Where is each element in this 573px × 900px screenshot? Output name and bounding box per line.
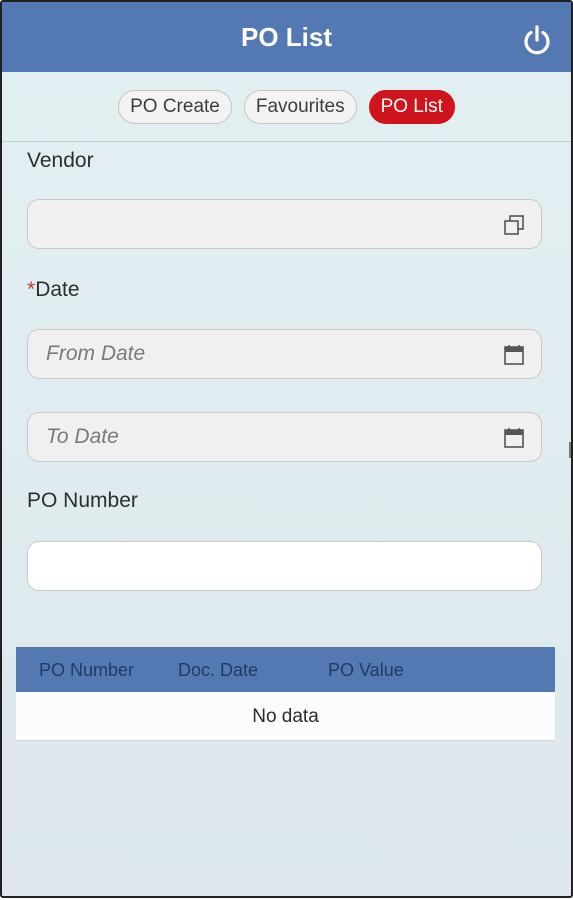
vendor-input[interactable] [28, 200, 541, 248]
po-table: PO Number Doc. Date PO Value No data [16, 647, 555, 741]
required-mark: * [27, 278, 36, 301]
calendar-icon[interactable] [503, 344, 525, 366]
from-date-field[interactable] [27, 329, 542, 379]
vendor-field[interactable] [27, 199, 542, 249]
column-header-doc-date[interactable]: Doc. Date [178, 660, 258, 681]
from-date-input[interactable] [28, 330, 541, 378]
tab-favourites[interactable]: Favourites [243, 90, 357, 124]
tab-po-create[interactable]: PO Create [118, 90, 232, 124]
page-title: PO List [240, 22, 332, 52]
resize-handle[interactable] [569, 442, 571, 458]
po-number-input[interactable] [28, 542, 541, 590]
tab-po-list[interactable]: PO List [368, 90, 455, 124]
to-date-field[interactable] [27, 412, 542, 462]
app-frame: PO List PO Create Favourites PO List Ven… [0, 0, 573, 898]
date-label-text: Date [35, 278, 80, 301]
calendar-icon[interactable] [503, 427, 525, 449]
no-data-text: No data [252, 706, 319, 727]
po-number-field[interactable] [27, 541, 542, 591]
divider [2, 141, 571, 142]
column-header-po-number[interactable]: PO Number [39, 660, 134, 681]
column-header-po-value[interactable]: PO Value [328, 660, 404, 681]
header-bar: PO List [2, 2, 571, 72]
to-date-input[interactable] [28, 413, 541, 461]
value-help-icon[interactable] [503, 214, 525, 236]
table-header: PO Number Doc. Date PO Value [16, 647, 555, 692]
power-icon[interactable] [521, 24, 553, 56]
date-label: *Date [27, 278, 80, 302]
tab-bar: PO Create Favourites PO List [2, 90, 571, 126]
po-number-label: PO Number [27, 489, 138, 512]
table-body: No data [16, 692, 555, 741]
vendor-label: Vendor [27, 149, 94, 172]
